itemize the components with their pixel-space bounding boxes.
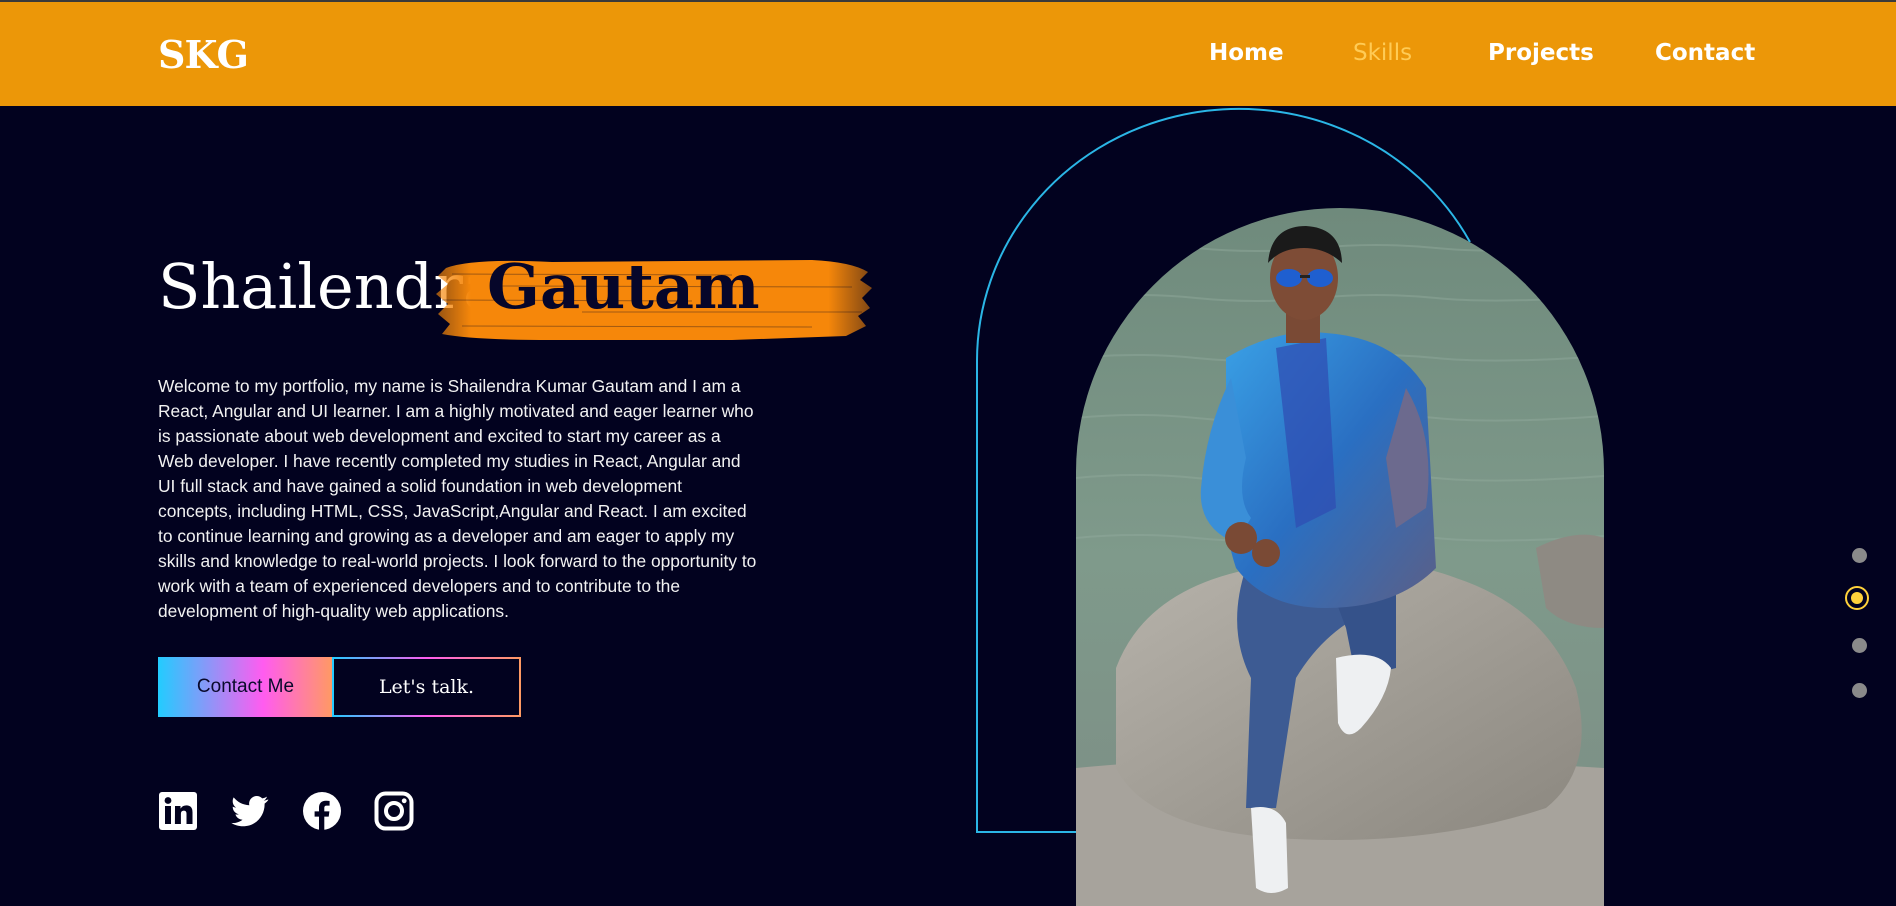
profile-photo (1076, 208, 1604, 906)
pager-dot-4[interactable] (1852, 683, 1867, 698)
facebook-icon[interactable] (302, 791, 342, 831)
pager-dot-3[interactable] (1852, 638, 1867, 653)
pager-dot-1[interactable] (1852, 548, 1867, 563)
linkedin-icon[interactable] (158, 791, 198, 831)
nav-contact[interactable]: Contact (1655, 40, 1755, 66)
lets-talk-button[interactable]: Let's talk. (332, 657, 521, 717)
lets-talk-label: Let's talk. (334, 659, 519, 715)
nav-home[interactable]: Home (1209, 40, 1284, 66)
hero-last-name: Gautam (487, 250, 760, 323)
main-nav: Home Skills Projects Contact (1190, 40, 1755, 80)
nav-projects[interactable]: Projects (1488, 40, 1594, 66)
section-pager (1840, 540, 1880, 720)
pager-dot-2-active[interactable] (1845, 586, 1869, 610)
site-header: SKG Home Skills Projects Contact (0, 2, 1896, 106)
site-logo[interactable]: SKG (158, 32, 249, 77)
nav-skills[interactable]: Skills (1353, 40, 1412, 66)
hero-bio: Welcome to my portfolio, my name is Shai… (158, 376, 757, 621)
contact-me-button[interactable]: Contact Me (158, 657, 333, 717)
twitter-icon[interactable] (230, 791, 270, 831)
instagram-icon[interactable] (374, 791, 414, 831)
